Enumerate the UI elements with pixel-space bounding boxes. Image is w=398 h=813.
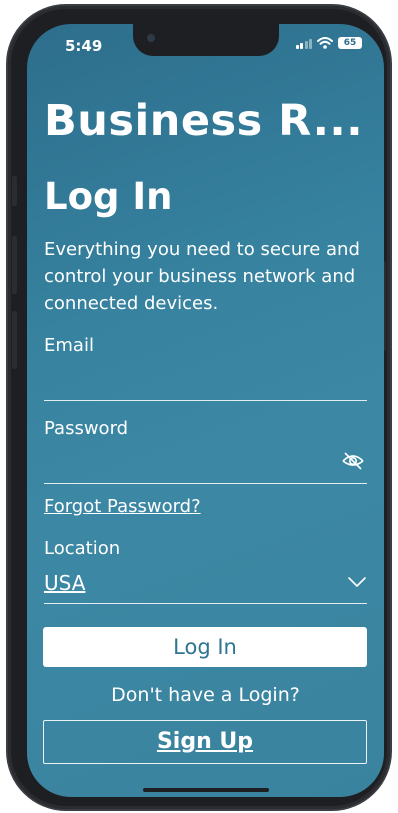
eye-off-icon[interactable] — [341, 451, 365, 471]
notch — [133, 24, 279, 56]
wifi-icon — [317, 37, 333, 49]
location-label: Location — [44, 538, 121, 559]
password-underline — [44, 483, 367, 484]
signup-button[interactable]: Sign Up — [43, 720, 367, 764]
location-select[interactable]: USA — [44, 571, 85, 595]
battery-icon: 65 — [338, 37, 362, 49]
volume-up-button — [12, 236, 17, 294]
app-title: Business R... — [44, 96, 364, 146]
status-time: 5:49 — [65, 37, 103, 55]
volume-down-button — [12, 311, 17, 369]
email-underline — [44, 400, 367, 401]
no-login-text: Don't have a Login? — [111, 684, 300, 706]
location-underline — [44, 603, 367, 604]
silent-switch — [12, 176, 17, 206]
page-title: Log In — [44, 175, 173, 218]
chevron-down-icon[interactable] — [347, 576, 367, 588]
email-label: Email — [44, 335, 94, 356]
login-button[interactable]: Log In — [43, 627, 367, 667]
password-label: Password — [44, 418, 129, 439]
app-screen: 5:49 65 Business R... Log In Everything … — [27, 24, 384, 797]
email-field[interactable] — [44, 367, 334, 397]
password-field[interactable] — [44, 449, 334, 479]
forgot-password-link[interactable]: Forgot Password? — [44, 496, 201, 517]
status-icons: 65 — [295, 37, 362, 49]
page-subtitle: Everything you need to secure and contro… — [44, 239, 360, 314]
cellular-signal-icon — [295, 38, 312, 49]
camera — [147, 34, 155, 42]
home-indicator — [143, 788, 269, 792]
